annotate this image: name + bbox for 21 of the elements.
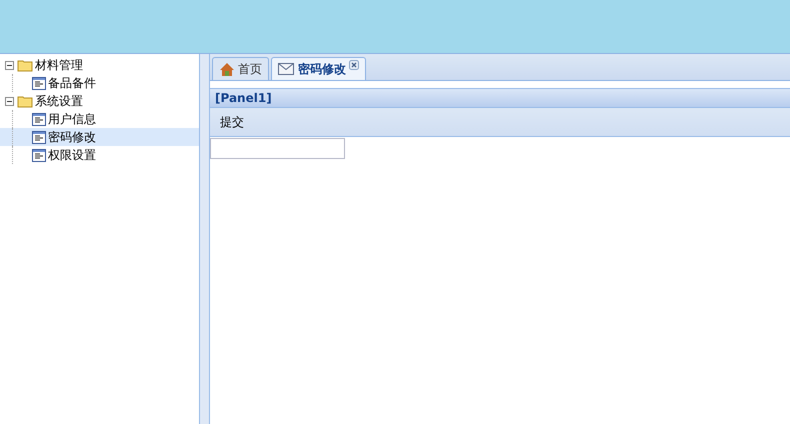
input-field[interactable] — [210, 138, 345, 159]
house-icon — [219, 62, 235, 76]
tree-item[interactable]: 权限设置 — [0, 146, 199, 164]
collapse-icon[interactable] — [5, 60, 14, 70]
tree-node[interactable]: 材料管理 — [33, 56, 83, 74]
envelope-icon — [278, 62, 295, 76]
panel-title: [Panel1] — [210, 88, 790, 108]
tab[interactable]: 首页 — [212, 57, 269, 80]
close-icon[interactable] — [349, 60, 359, 70]
submit-button[interactable]: 提交 — [216, 112, 248, 132]
tab[interactable]: 密码修改 — [271, 57, 366, 80]
list-icon — [32, 112, 46, 126]
list-icon — [32, 130, 46, 144]
folder-icon — [17, 58, 33, 72]
collapse-icon[interactable] — [5, 96, 14, 106]
list-icon — [32, 148, 46, 162]
folder-icon — [17, 94, 33, 108]
tree-node[interactable]: 系统设置 — [33, 92, 83, 110]
list-icon — [32, 76, 46, 90]
tree-item[interactable]: 密码修改 — [0, 128, 199, 146]
tree-item[interactable]: 备品备件 — [0, 74, 199, 92]
